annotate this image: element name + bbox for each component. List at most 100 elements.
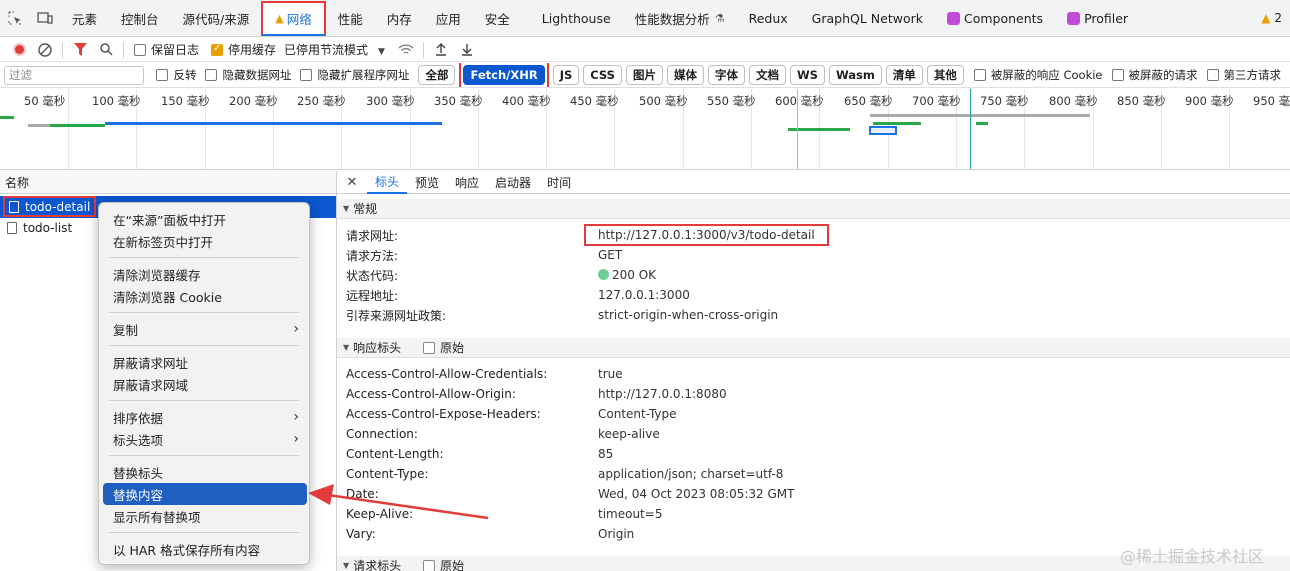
timeline-tick-label: 350 毫秒 (434, 94, 483, 108)
general-section-header[interactable]: ▼ 常规 (337, 199, 1290, 219)
filter-css[interactable]: CSS (583, 65, 622, 85)
warning-counter[interactable]: ▲ 2 (1261, 11, 1290, 25)
tab-security[interactable]: 安全 (473, 0, 522, 37)
header-key: 请求网址: (346, 228, 399, 243)
menu-item-label: 标头选项 (113, 432, 164, 448)
load-event-marker (970, 89, 971, 169)
import-har-button[interactable] (428, 38, 454, 62)
menu-item-block-domain[interactable]: 屏蔽请求网域 (103, 373, 307, 395)
filter-toggle-button[interactable] (67, 38, 93, 62)
response-headers-section-header[interactable]: ▼ 响应标头 原始 (337, 338, 1290, 358)
menu-divider (109, 400, 299, 401)
menu-item-copy[interactable]: 复制 › (103, 318, 307, 340)
name-column-header[interactable]: 名称 (0, 171, 336, 194)
header-row: 远程地址: 127.0.0.1:3000 (346, 285, 690, 305)
hide-extension-urls-checkbox[interactable]: 隐藏扩展程序网址 (300, 67, 409, 83)
menu-divider (109, 345, 299, 346)
menu-divider (109, 312, 299, 313)
clear-button[interactable] (32, 38, 58, 62)
record-button[interactable] (6, 38, 32, 62)
menu-item-sort-by[interactable]: 排序依据 › (103, 406, 307, 428)
tab-response[interactable]: 响应 (447, 171, 487, 194)
filter-img[interactable]: 图片 (625, 65, 663, 85)
inspect-element-icon[interactable] (0, 0, 30, 37)
tab-console[interactable]: 控制台 (109, 0, 171, 37)
request-todo-detail[interactable]: todo-detail (3, 196, 97, 217)
tab-preview[interactable]: 预览 (407, 171, 447, 194)
raw-headers-checkbox[interactable]: 原始 (423, 557, 464, 571)
blocked-response-cookies-label: 被屏蔽的响应 Cookie (990, 68, 1103, 82)
tab-redux[interactable]: Redux (737, 0, 800, 37)
raw-label: 原始 (440, 559, 465, 571)
raw-headers-checkbox[interactable]: 原始 (423, 339, 464, 356)
tab-profiler[interactable]: Profiler (1055, 0, 1140, 37)
filter-manifest[interactable]: 清单 (885, 65, 923, 85)
menu-item-open-in-sources[interactable]: 在“来源”面板中打开 (103, 208, 307, 230)
header-key: 请求方法: (346, 248, 399, 263)
header-value: keep-alive (598, 427, 660, 441)
preserve-log-checkbox[interactable]: 保留日志 (134, 41, 199, 58)
status-value: 200 OK (598, 268, 656, 282)
header-value: true (598, 367, 623, 381)
timeline-bar (873, 122, 921, 125)
filter-input[interactable]: 过滤 (4, 65, 145, 85)
throttle-select[interactable]: 已停用节流模式 ▼ (284, 41, 385, 58)
menu-item-override-content[interactable]: 替换内容 (103, 483, 307, 505)
filter-all[interactable]: 全部 (418, 65, 456, 85)
checkbox-icon (134, 43, 146, 56)
menu-item-clear-cache[interactable]: 清除浏览器缓存 (103, 263, 307, 285)
tab-components[interactable]: Components (935, 0, 1055, 37)
tab-initiator[interactable]: 启动器 (487, 171, 539, 194)
filter-doc[interactable]: 文档 (748, 65, 786, 85)
hide-data-urls-checkbox[interactable]: 隐藏数据网址 (205, 67, 291, 83)
blocked-requests-checkbox[interactable]: 被屏蔽的请求 (1111, 67, 1198, 83)
tab-lighthouse[interactable]: Lighthouse (530, 0, 623, 37)
menu-item-open-in-new-tab[interactable]: 在新标签页中打开 (103, 230, 307, 252)
header-value: GET (598, 248, 623, 262)
network-conditions-button[interactable] (393, 38, 419, 62)
watermark: @稀土掘金技术社区 (1120, 547, 1265, 566)
filter-media[interactable]: 媒体 (666, 65, 704, 85)
filter-font[interactable]: 字体 (707, 65, 745, 85)
request-name: todo-detail (25, 199, 91, 214)
chevron-down-icon: ▼ (378, 47, 385, 57)
menu-item-save-har[interactable]: 以 HAR 格式保存所有内容 (103, 538, 307, 560)
menu-item-override-headers[interactable]: 替换标头 (103, 461, 307, 483)
filter-wasm[interactable]: Wasm (828, 65, 882, 85)
filter-fetch-xhr[interactable]: Fetch/XHR (463, 65, 545, 85)
request-todo-list[interactable]: todo-list (3, 218, 76, 238)
filter-js[interactable]: JS (552, 65, 580, 85)
network-overview-timeline[interactable]: 50 毫秒 100 毫秒 150 毫秒 200 毫秒 250 毫秒 300 毫秒 350 毫… (0, 89, 1290, 170)
third-party-requests-checkbox[interactable]: 第三方请求 (1206, 67, 1282, 83)
tab-headers[interactable]: 标头 (367, 171, 408, 194)
menu-item-show-all-overrides[interactable]: 显示所有替换项 (103, 505, 307, 527)
filter-other[interactable]: 其他 (926, 65, 964, 85)
menu-item-clear-cookies[interactable]: 清除浏览器 Cookie (103, 285, 307, 307)
search-button[interactable] (93, 38, 119, 62)
tab-application[interactable]: 应用 (424, 0, 473, 37)
tab-performance[interactable]: 性能 (326, 0, 375, 37)
menu-item-label: 排序依据 (113, 410, 164, 426)
blocked-response-cookies-checkbox[interactable]: 被屏蔽的响应 Cookie (973, 67, 1103, 83)
tab-network[interactable]: ▲ 网络 (261, 0, 326, 36)
invert-checkbox[interactable]: 反转 (156, 67, 196, 83)
menu-item-header-options[interactable]: 标头选项 › (103, 428, 307, 450)
context-menu: 在“来源”面板中打开 在新标签页中打开 清除浏览器缓存 清除浏览器 Cookie… (98, 202, 310, 565)
menu-divider (109, 257, 299, 258)
export-har-button[interactable] (454, 38, 480, 62)
tab-sources[interactable]: 源代码/来源 (171, 0, 262, 37)
tab-timing[interactable]: 时间 (539, 171, 579, 194)
section-title: 请求标头 (353, 559, 402, 571)
device-toolbar-icon[interactable] (30, 0, 60, 37)
filter-ws[interactable]: WS (789, 65, 825, 85)
close-icon[interactable]: ✕ (337, 175, 367, 190)
third-party-requests-label: 第三方请求 (1223, 68, 1282, 82)
caret-down-icon: ▼ (343, 343, 350, 352)
chevron-right-icon: › (293, 321, 299, 337)
tab-elements[interactable]: 元素 (60, 0, 109, 37)
tab-graphql-network[interactable]: GraphQL Network (800, 0, 935, 37)
menu-item-block-url[interactable]: 屏蔽请求网址 (103, 351, 307, 373)
tab-memory[interactable]: 内存 (375, 0, 424, 37)
disable-cache-checkbox[interactable]: 停用缓存 (211, 41, 276, 58)
tab-performance-insights[interactable]: 性能数据分析 ⚗ (623, 0, 737, 37)
